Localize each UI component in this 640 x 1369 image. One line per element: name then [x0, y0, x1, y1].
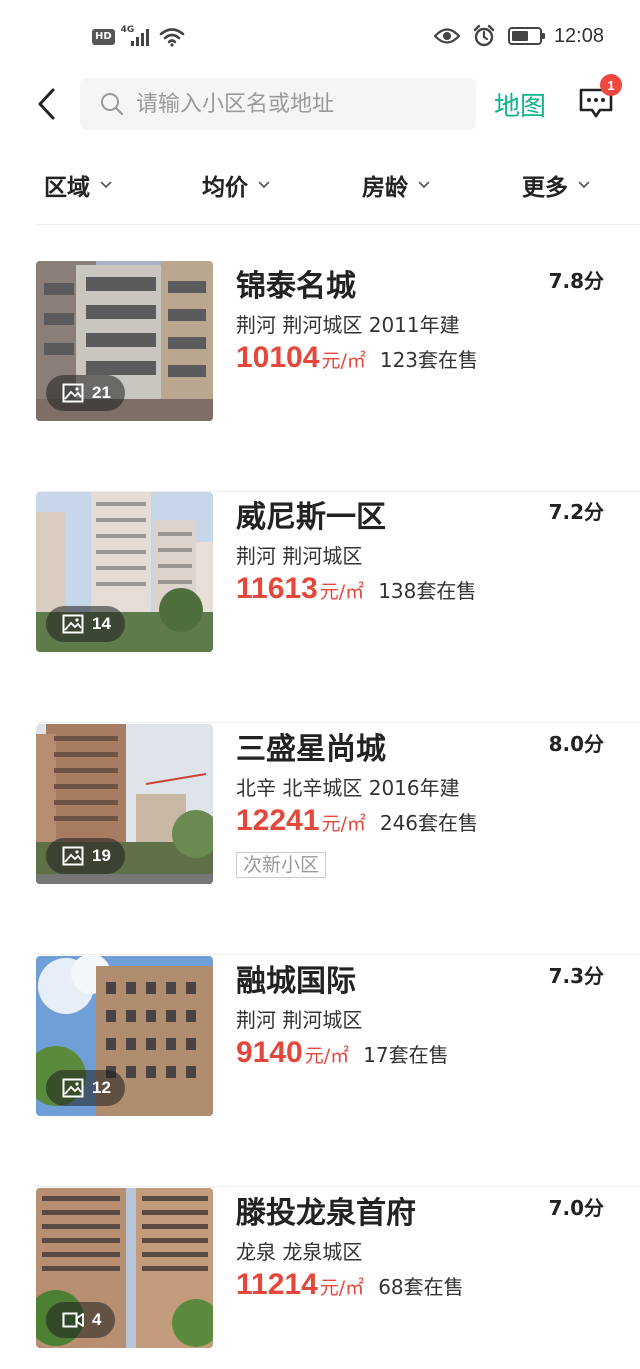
on-sale-count: 17套在售 — [363, 1043, 449, 1067]
top-bar: 地图 1 — [0, 74, 640, 132]
community-name: 滕投龙泉首府 — [236, 1196, 416, 1231]
community-score: 7.0分 — [548, 1196, 604, 1220]
divider — [36, 954, 640, 955]
community-item[interactable]: 12 融城国际 7.3分 荆河 荆河城区 9140 元/㎡ 17套在售 — [0, 956, 640, 1187]
price-row: 12241 元/㎡ 246套在售 — [236, 804, 478, 838]
chevron-left-icon — [38, 88, 55, 120]
community-location: 荆河 荆河城区 — [236, 1008, 363, 1032]
photo-icon — [62, 383, 84, 403]
average-price: 11613 — [236, 572, 318, 605]
photo-count: 19 — [46, 838, 125, 874]
community-photo[interactable]: 12 — [36, 956, 213, 1116]
community-location: 荆河 荆河城区 2011年建 — [236, 313, 460, 337]
community-photo[interactable]: 14 — [36, 492, 213, 652]
community-location: 荆河 荆河城区 — [236, 544, 363, 568]
price-row: 10104 元/㎡ 123套在售 — [236, 341, 478, 375]
divider — [36, 224, 640, 225]
price-row: 9140 元/㎡ 17套在售 — [236, 1036, 449, 1070]
community-name: 融城国际 — [236, 964, 356, 999]
status-bar: HD 4G 12:08 — [0, 0, 640, 72]
filter-label: 更多 — [522, 175, 568, 201]
divider — [36, 722, 640, 723]
community-score: 7.2分 — [548, 500, 604, 524]
search-input[interactable] — [136, 91, 456, 117]
price-unit: 元/㎡ — [319, 1277, 365, 1299]
community-item[interactable]: 14 威尼斯一区 7.2分 荆河 荆河城区 11613 元/㎡ 138套在售 — [0, 492, 640, 723]
video-icon — [62, 1312, 84, 1328]
search-box[interactable] — [80, 78, 476, 130]
community-score: 7.8分 — [548, 269, 604, 293]
back-button[interactable] — [30, 84, 64, 124]
photo-icon — [62, 846, 84, 866]
price-row: 11214 元/㎡ 68套在售 — [236, 1268, 464, 1302]
photo-count: 21 — [46, 375, 125, 411]
price-unit: 元/㎡ — [321, 350, 366, 372]
on-sale-count: 138套在售 — [378, 579, 477, 603]
chevron-down-icon — [578, 181, 590, 189]
community-tag: 次新小区 — [236, 852, 327, 878]
photo-count: 12 — [46, 1070, 125, 1106]
photo-icon — [62, 1078, 84, 1098]
chevron-down-icon — [418, 181, 430, 189]
community-photo[interactable]: 21 — [36, 261, 213, 421]
alarm-icon — [473, 24, 495, 47]
filter-area[interactable]: 区域 — [44, 168, 112, 202]
map-button[interactable]: 地图 — [494, 86, 546, 123]
filter-bar: 区域 均价 房龄 更多 — [0, 160, 640, 210]
average-price: 11214 — [236, 1268, 318, 1301]
filter-age[interactable]: 房龄 — [362, 168, 430, 202]
hd-badge: HD — [92, 29, 115, 45]
community-name: 威尼斯一区 — [236, 500, 386, 535]
divider — [36, 1186, 640, 1187]
average-price: 10104 — [236, 341, 320, 374]
community-name: 锦泰名城 — [236, 269, 356, 304]
photo-count: 14 — [46, 606, 125, 642]
price-unit: 元/㎡ — [319, 581, 365, 603]
community-score: 8.0分 — [548, 732, 604, 756]
on-sale-count: 246套在售 — [379, 811, 479, 835]
on-sale-count: 68套在售 — [378, 1275, 464, 1299]
community-item[interactable]: 19 三盛星尚城 8.0分 北辛 北辛城区 2016年建 12241 元/㎡ 2… — [0, 724, 640, 955]
filter-label: 房龄 — [362, 175, 408, 201]
community-location: 龙泉 龙泉城区 — [236, 1240, 363, 1264]
video-count: 4 — [46, 1302, 116, 1338]
battery-icon — [507, 27, 545, 45]
status-left: HD 4G — [92, 25, 185, 48]
cellular-signal-icon: 4G — [121, 25, 153, 48]
filter-label: 区域 — [44, 175, 90, 201]
filter-more[interactable]: 更多 — [522, 168, 590, 202]
wifi-icon — [159, 28, 184, 47]
message-count-badge: 1 — [600, 74, 622, 96]
chevron-down-icon — [100, 181, 112, 189]
community-name: 三盛星尚城 — [236, 732, 386, 767]
community-location: 北辛 北辛城区 2016年建 — [236, 776, 460, 800]
photo-icon — [62, 614, 84, 634]
eye-icon — [433, 28, 460, 44]
on-sale-count: 123套在售 — [379, 348, 479, 372]
status-right: 12:08 — [433, 24, 604, 48]
community-score: 7.3分 — [548, 964, 604, 988]
community-photo[interactable]: 4 — [36, 1188, 213, 1348]
price-unit: 元/㎡ — [304, 1045, 350, 1067]
filter-label: 均价 — [202, 175, 248, 201]
community-item[interactable]: 4 滕投龙泉首府 7.0分 龙泉 龙泉城区 11214 元/㎡ 68套在售 — [0, 1188, 640, 1369]
community-photo[interactable]: 19 — [36, 724, 213, 884]
search-icon — [101, 93, 124, 116]
price-unit: 元/㎡ — [321, 813, 366, 835]
price-row: 11613 元/㎡ 138套在售 — [236, 572, 476, 606]
clock: 12:08 — [553, 24, 604, 47]
average-price: 12241 — [236, 804, 320, 837]
filter-price[interactable]: 均价 — [202, 168, 270, 202]
community-item[interactable]: 21 锦泰名城 7.8分 荆河 荆河城区 2011年建 10104 元/㎡ 12… — [0, 261, 640, 492]
average-price: 9140 — [236, 1036, 303, 1069]
chevron-down-icon — [258, 181, 270, 189]
